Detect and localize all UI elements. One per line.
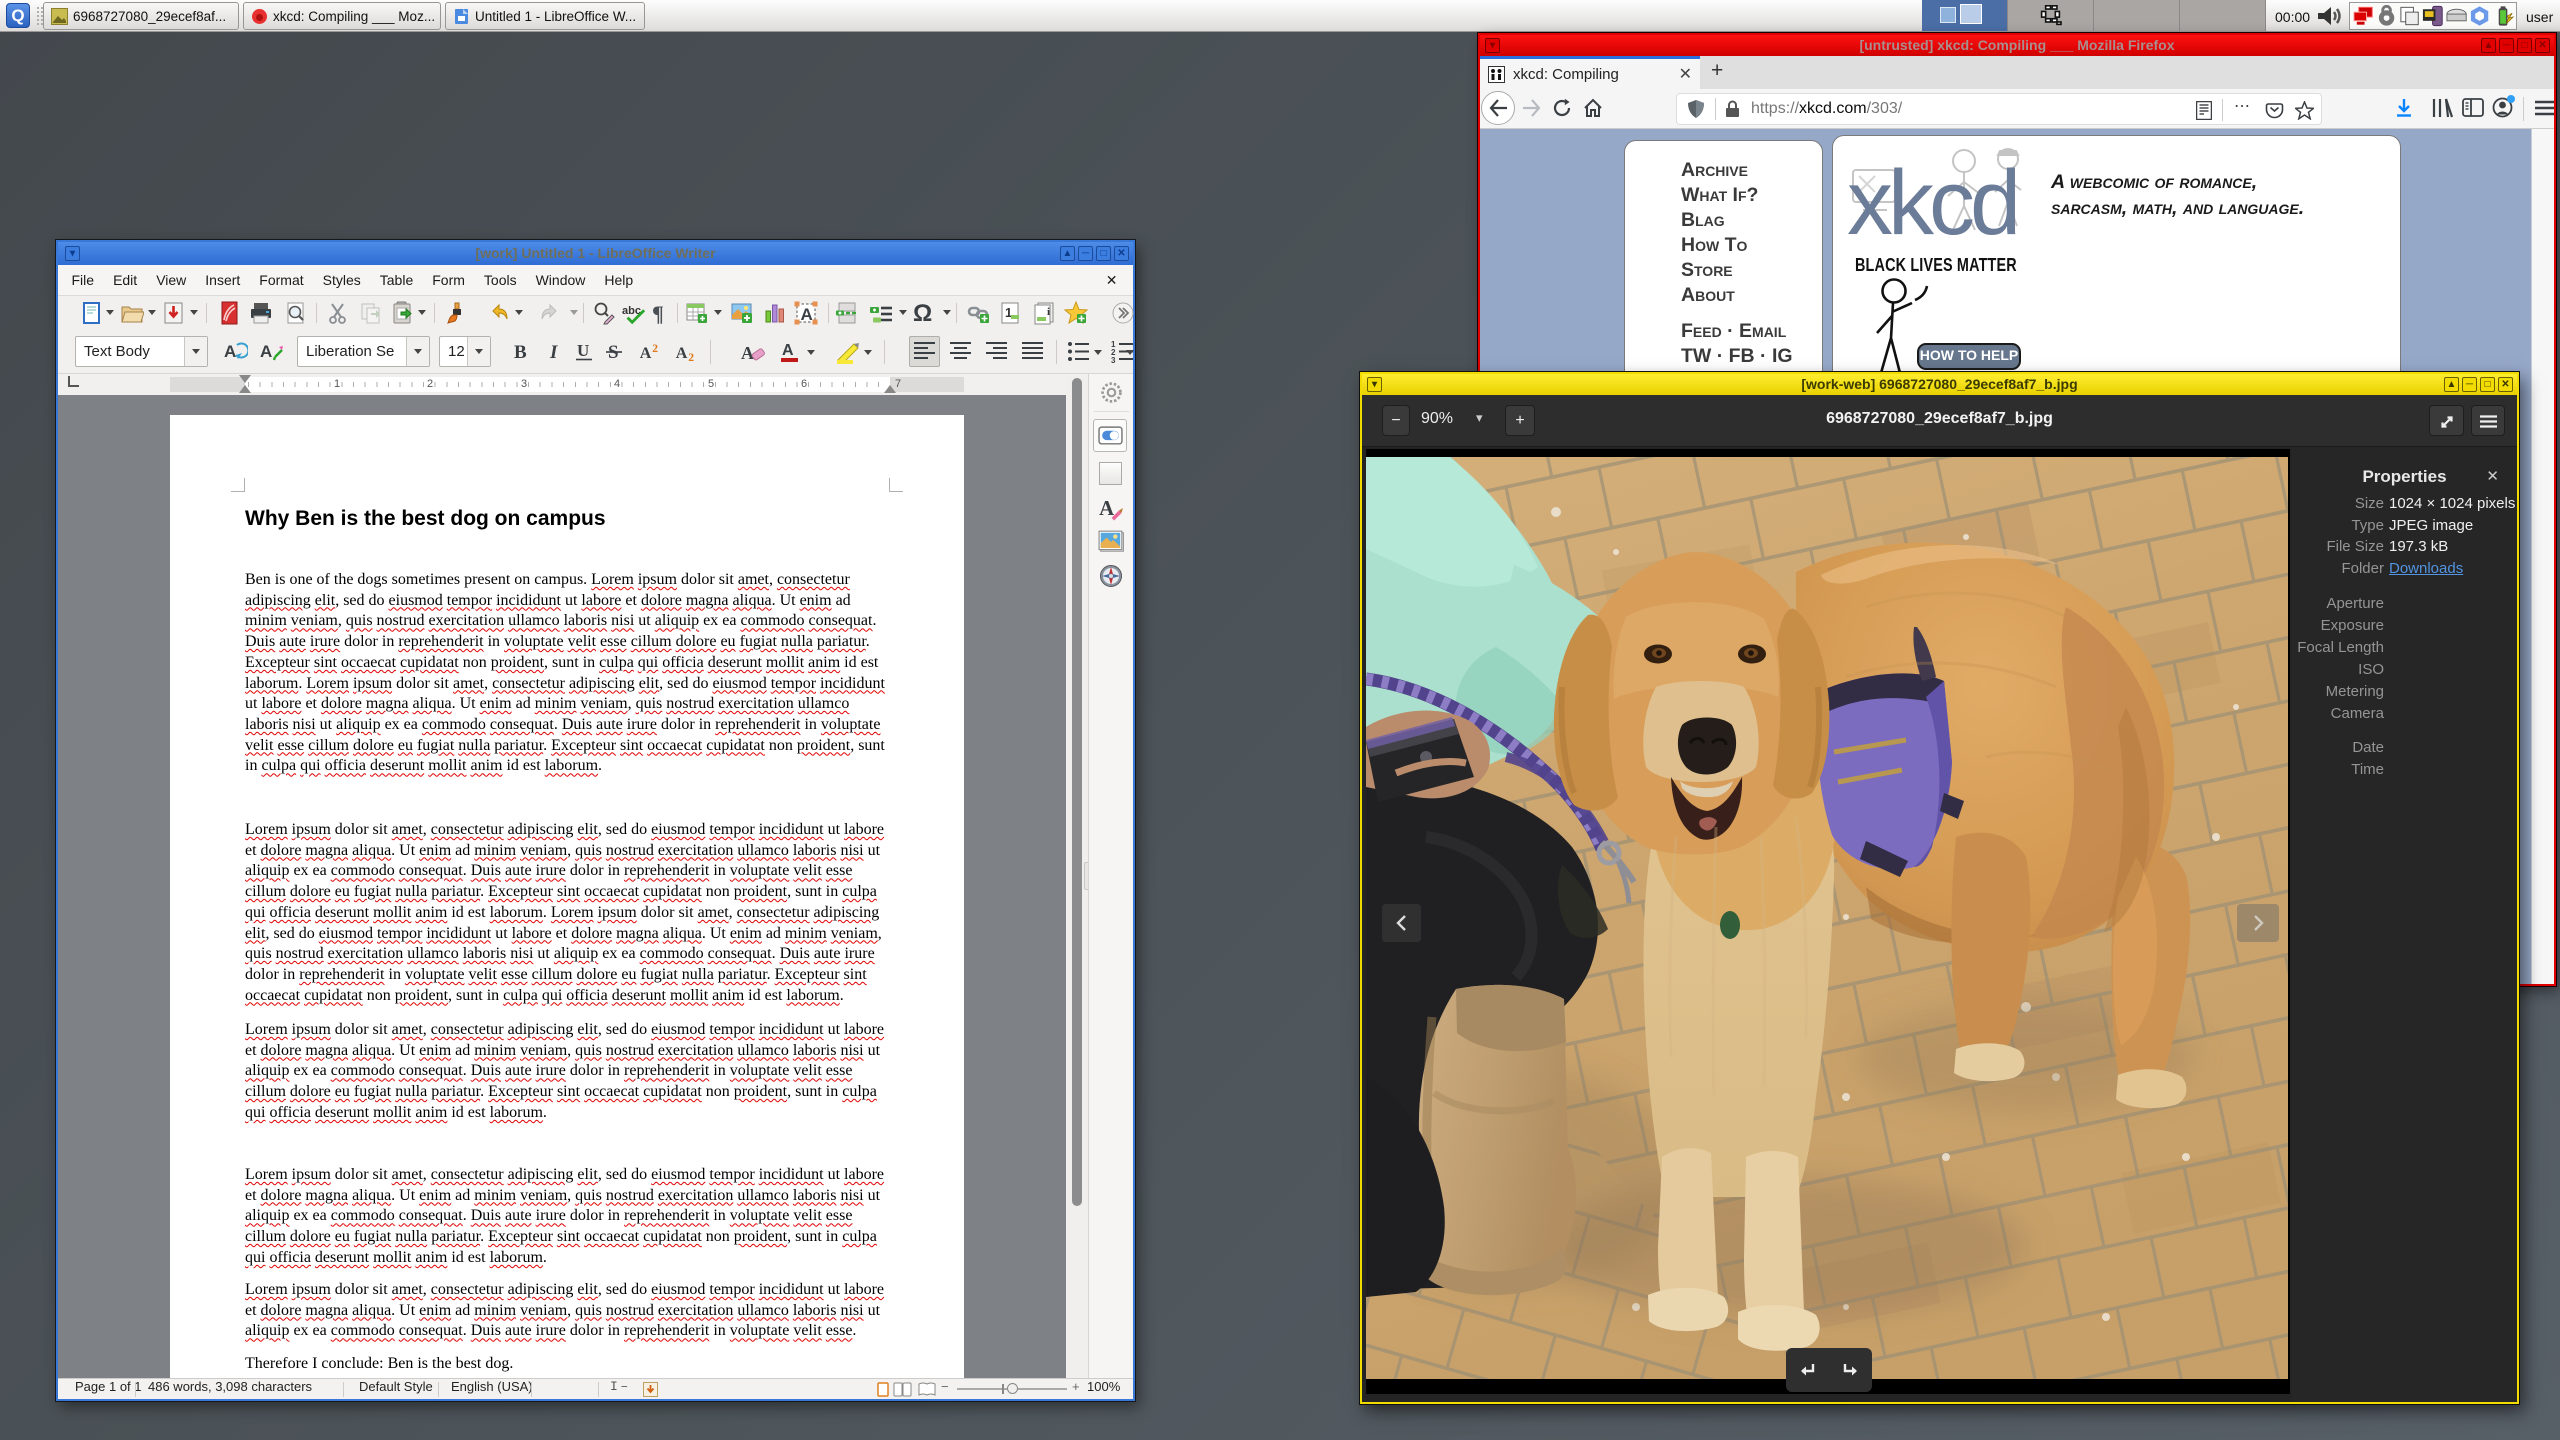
- svg-text:A: A: [801, 305, 813, 324]
- svg-text:2: 2: [688, 351, 694, 364]
- svg-text:A: A: [1099, 498, 1114, 520]
- svg-text:2: 2: [652, 342, 658, 355]
- svg-text:i: i: [1047, 306, 1050, 318]
- svg-text:¶: ¶: [652, 301, 664, 325]
- svg-text:A: A: [676, 345, 688, 362]
- svg-text:A: A: [782, 342, 794, 359]
- svg-text:A: A: [741, 343, 754, 363]
- svg-text:A: A: [224, 342, 236, 361]
- svg-text:xkcd: xkcd: [1847, 152, 2016, 254]
- svg-text:A: A: [260, 342, 272, 361]
- svg-text:3: 3: [1111, 356, 1116, 364]
- svg-text:U: U: [577, 341, 589, 360]
- svg-text:I: I: [549, 342, 558, 363]
- svg-text:A: A: [640, 345, 652, 362]
- svg-text:B: B: [514, 342, 527, 363]
- svg-text:Ω: Ω: [913, 301, 932, 325]
